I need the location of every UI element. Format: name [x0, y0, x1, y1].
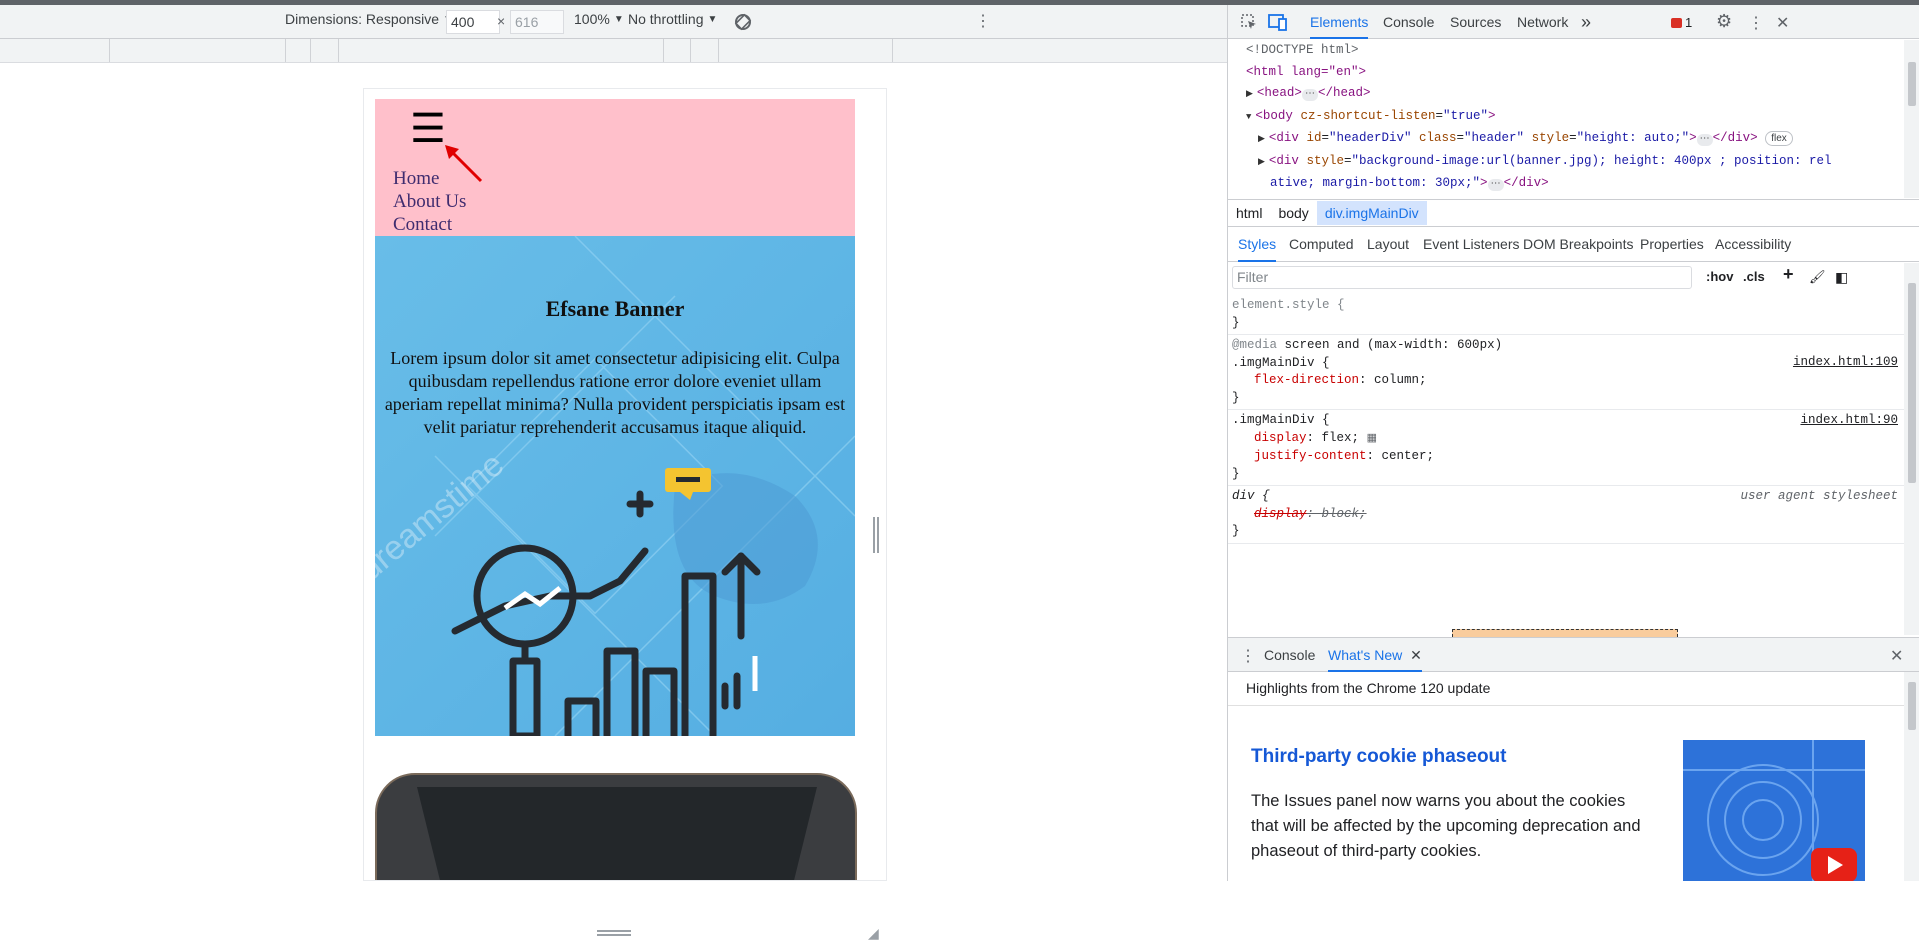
laptop-image: [375, 773, 857, 880]
zoom-label: 100%: [574, 11, 610, 27]
tab-elements[interactable]: Elements: [1310, 5, 1369, 39]
filter-input[interactable]: Filter: [1232, 266, 1692, 289]
device-toolbar: Dimensions: Responsive ▼ 400 × 616 100% …: [0, 5, 1227, 39]
issues-counter[interactable]: 1: [1671, 15, 1692, 30]
dom-scrollbar[interactable]: [1904, 40, 1919, 198]
cls-toggle[interactable]: .cls: [1743, 269, 1765, 284]
dom-html-node[interactable]: <html lang="en">: [1228, 62, 1904, 84]
article-body: The Issues panel now warns you about the…: [1251, 792, 1641, 860]
close-drawer-icon[interactable]: ✕: [1890, 646, 1903, 666]
close-devtools-icon[interactable]: ✕: [1776, 13, 1789, 33]
toggle-sidebar-icon[interactable]: ◧: [1835, 269, 1848, 286]
zoom-dropdown[interactable]: 100% ▼: [574, 11, 624, 27]
throttling-dropdown[interactable]: No throttling ▼: [628, 11, 717, 27]
paint-brush-icon[interactable]: 🖌: [1809, 269, 1826, 285]
close-tab-icon[interactable]: ✕: [1410, 647, 1422, 663]
box-model-diagram: [1452, 629, 1678, 637]
height-input[interactable]: 616: [510, 10, 564, 34]
tab-layout[interactable]: Layout: [1367, 227, 1409, 262]
drawer-menu-icon[interactable]: ⋮: [1240, 646, 1256, 666]
chevron-down-icon: ▼: [707, 13, 718, 25]
device-frame: ☰ Home About Us Contact dreamstime Efsan…: [363, 88, 887, 881]
dom-head-node[interactable]: ▶ <head> ⋯ </head>: [1228, 83, 1904, 106]
more-options-icon[interactable]: ⋮: [975, 11, 991, 31]
device-toolbar-toggle-icon[interactable]: [1268, 13, 1288, 31]
styles-pane: element.style { } @media screen and (max…: [1228, 295, 1904, 635]
drawer-tabs: ⋮ Console What's New ✕ ✕: [1228, 637, 1919, 672]
rule-user-agent-div[interactable]: div { user agent stylesheet display: blo…: [1228, 486, 1904, 544]
width-resize-handle[interactable]: [873, 517, 879, 553]
height-resize-handle[interactable]: [597, 930, 631, 936]
tab-accessibility[interactable]: Accessibility: [1715, 227, 1791, 262]
dom-banner-div-node[interactable]: ▶ <div style="background-image:url(banner…: [1228, 151, 1904, 174]
page-header: ☰ Home About Us Contact: [375, 99, 855, 236]
throttling-label: No throttling: [628, 11, 704, 27]
devtools-main-tabs: Elements Console Sources Network » 1 ⚙ ⋮…: [1228, 5, 1919, 39]
whats-new-content: Third-party cookie phaseout The Issues p…: [1228, 706, 1904, 881]
issue-flag-icon: [1671, 17, 1682, 28]
dom-header-div-node[interactable]: ▶ <div id="headerDiv" class="header" styl…: [1228, 128, 1904, 151]
inspect-element-icon[interactable]: [1240, 13, 1258, 31]
flex-badge[interactable]: flex: [1765, 131, 1793, 146]
tab-properties[interactable]: Properties: [1640, 227, 1704, 262]
breadcrumb: html body div.imgMainDiv: [1228, 199, 1919, 227]
source-link[interactable]: index.html:90: [1800, 412, 1898, 430]
flexbox-editor-icon[interactable]: ▦: [1367, 433, 1377, 445]
breadcrumb-body[interactable]: body: [1270, 201, 1316, 225]
rule-element-style[interactable]: element.style { }: [1228, 295, 1904, 335]
user-agent-label: user agent stylesheet: [1740, 489, 1898, 503]
corner-resize-grip-icon[interactable]: ◢: [868, 925, 879, 942]
source-link[interactable]: index.html:109: [1793, 354, 1898, 372]
tab-event-listeners[interactable]: Event Listeners: [1423, 227, 1520, 262]
hamburger-menu-icon[interactable]: ☰: [410, 109, 446, 149]
hov-toggle[interactable]: :hov: [1706, 269, 1733, 284]
settings-gear-icon[interactable]: ⚙: [1716, 11, 1732, 32]
drawer-tab-console[interactable]: Console: [1264, 638, 1315, 672]
styles-filter-row: Filter :hov .cls + 🖌 ◧: [1228, 263, 1904, 293]
more-tabs-icon[interactable]: »: [1581, 5, 1591, 39]
tab-network[interactable]: Network: [1517, 5, 1568, 39]
rotate-icon[interactable]: [732, 11, 754, 33]
tab-computed[interactable]: Computed: [1289, 227, 1354, 262]
article-thumbnail[interactable]: [1683, 740, 1865, 881]
page-nav: Home About Us Contact: [393, 167, 466, 236]
chevron-down-icon: ▼: [613, 13, 624, 25]
styles-scrollbar[interactable]: [1904, 263, 1919, 635]
width-input[interactable]: 400: [446, 10, 500, 34]
styles-sub-tabs: Styles Computed Layout Event Listeners D…: [1228, 227, 1919, 262]
dom-banner-div-node-wrap: ative; margin-bottom: 30px;"> ⋯ </div>: [1270, 176, 1549, 191]
nav-link-about-us[interactable]: About Us: [393, 190, 466, 213]
article-title[interactable]: Third-party cookie phaseout: [1251, 746, 1506, 768]
rule-imgmaindiv[interactable]: .imgMainDiv { index.html:90 display: fle…: [1228, 410, 1904, 486]
dom-body-node[interactable]: ▼ <body cz-shortcut-listen="true">: [1228, 106, 1904, 129]
dimensions-label: Dimensions: Responsive: [285, 11, 440, 27]
banner-text: Lorem ipsum dolor sit amet consectetur a…: [384, 348, 846, 437]
devtools-panel: Elements Console Sources Network » 1 ⚙ ⋮…: [1227, 5, 1919, 881]
rule-media-imgmaindiv[interactable]: @media screen and (max-width: 600px) .im…: [1228, 335, 1904, 410]
breadcrumb-imgmaindiv[interactable]: div.imgMainDiv: [1316, 201, 1427, 225]
whats-new-subtitle: Highlights from the Chrome 120 update: [1228, 672, 1904, 706]
drawer-tab-whats-new[interactable]: What's New ✕: [1328, 638, 1422, 672]
drawer-scrollbar[interactable]: [1904, 672, 1919, 881]
nav-link-contact[interactable]: Contact: [393, 213, 466, 236]
dimensions-dropdown[interactable]: Dimensions: Responsive ▼: [285, 11, 453, 27]
tab-sources[interactable]: Sources: [1450, 5, 1501, 39]
new-rule-icon[interactable]: +: [1783, 264, 1794, 285]
device-viewport-area: ☰ Home About Us Contact dreamstime Efsan…: [0, 63, 1227, 941]
breadcrumb-html[interactable]: html: [1228, 201, 1270, 225]
laptop-screen: [417, 787, 817, 880]
dom-tree: <!DOCTYPE html> <html lang="en"> ▶ <head>…: [1228, 40, 1904, 198]
nav-link-home[interactable]: Home: [393, 167, 466, 190]
issues-count: 1: [1685, 15, 1693, 30]
tab-styles[interactable]: Styles: [1238, 227, 1277, 262]
banner: dreamstime Efsane Banner Lorem ipsum dol…: [375, 236, 855, 736]
media-query-ruler[interactable]: [0, 39, 1227, 63]
dom-doctype[interactable]: <!DOCTYPE html>: [1228, 40, 1904, 62]
times-sign: ×: [497, 13, 506, 29]
tab-dom-breakpoints[interactable]: DOM Breakpoints: [1523, 227, 1633, 262]
tab-console[interactable]: Console: [1383, 5, 1434, 39]
more-options-icon[interactable]: ⋮: [1748, 13, 1764, 33]
banner-title: Efsane Banner: [545, 296, 685, 321]
